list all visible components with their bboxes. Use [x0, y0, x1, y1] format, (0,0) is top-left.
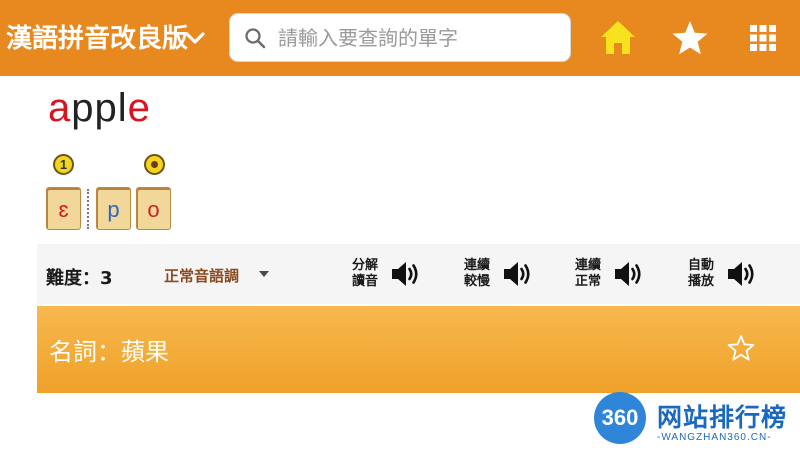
app-title[interactable]: 漢語拼音改良版	[6, 18, 188, 55]
phonetic-tile[interactable]: p	[96, 187, 131, 230]
dropdown-arrow-icon[interactable]	[258, 270, 270, 278]
speaker-icon	[615, 262, 641, 286]
grid-icon[interactable]	[744, 19, 782, 57]
stress-marker: 1	[53, 154, 74, 175]
syllable-divider	[87, 189, 89, 229]
phonetic-tile[interactable]: ɛ	[46, 187, 81, 230]
logo-name: 网站排行榜	[657, 403, 788, 432]
definition-text: 名詞：蘋果	[49, 338, 169, 366]
search-box[interactable]	[229, 13, 571, 62]
play-button-label: 分解讀音	[352, 258, 379, 289]
word-letter: a	[48, 86, 72, 130]
chevron-down-icon[interactable]	[184, 30, 206, 46]
word-letter: l	[117, 86, 128, 130]
difficulty-label: 難度：3	[46, 268, 113, 289]
logo-number: 360	[601, 405, 639, 430]
speaker-icon	[392, 262, 418, 286]
play-button-label: 連續正常	[575, 258, 602, 289]
tone-mode-select[interactable]: 正常音語調	[164, 265, 239, 286]
tile-symbol: ɛ	[58, 197, 69, 222]
word-letter: p	[94, 86, 118, 130]
search-input[interactable]	[278, 22, 558, 54]
search-icon	[245, 28, 266, 49]
play-button-label: 連續較慢	[464, 258, 491, 289]
favorite-star-icon[interactable]	[727, 334, 755, 362]
speaker-icon	[504, 262, 530, 286]
watermark-logo: 360 网站排行榜 -WANGZHAN360.CN-	[591, 392, 800, 450]
tile-symbol: p	[107, 197, 120, 222]
play-button-label: 自動播放	[688, 258, 715, 289]
speaker-icon	[728, 262, 754, 286]
word-letter: p	[71, 86, 95, 130]
word-letter: e	[127, 86, 151, 130]
tile-symbol: o	[147, 197, 160, 222]
phonetic-tile[interactable]: o	[136, 187, 171, 230]
logo-domain: -WANGZHAN360.CN-	[657, 432, 772, 443]
star-icon[interactable]	[671, 19, 709, 57]
headword: apple	[48, 86, 151, 131]
dot-marker	[144, 154, 165, 175]
home-icon[interactable]	[599, 19, 637, 57]
